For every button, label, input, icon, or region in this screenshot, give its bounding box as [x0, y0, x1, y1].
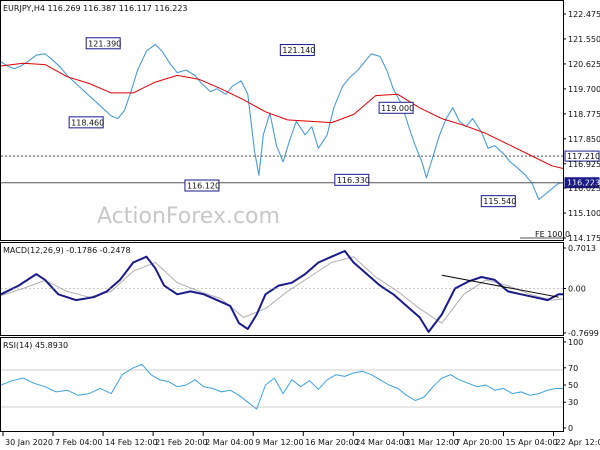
x-tick-label-1: 7 Feb 04:00 [55, 438, 102, 447]
x-tick-label-10: 15 Apr 04:00 [505, 438, 557, 447]
x-tick-label-11: 22 Apr 12:00 [555, 438, 600, 447]
swing-label-1: 118.460 [71, 118, 104, 127]
main-header: EURJPY,H4 116.269 116.387 116.117 116.22… [3, 4, 188, 13]
main-y-tick-label-2: 120.625 [568, 60, 600, 69]
swing-label-2: 116.120 [187, 182, 220, 191]
main-y-tick-label-1: 121.550 [568, 35, 600, 44]
rsi-y-tick-label-3: 30 [568, 398, 578, 407]
watermark: ActionForex.com [97, 204, 280, 229]
x-tick-label-5: 9 Mar 12:00 [255, 438, 303, 447]
x-tick-label-4: 2 Mar 04:00 [205, 438, 253, 447]
main-y-tick-label-7: 116.025 [568, 184, 600, 193]
x-tick-label-7: 24 Mar 04:00 [355, 438, 408, 447]
x-tick-label-8: 31 Mar 12:00 [405, 438, 458, 447]
rsi-y-tick-label-2: 50 [568, 381, 578, 390]
rsi-pane-frame [0, 337, 564, 432]
x-tick-label-0: 30 Jan 2020 [5, 438, 53, 447]
x-tick-label-2: 14 Feb 12:00 [105, 438, 157, 447]
moving-average-line [0, 62, 564, 169]
x-tick-label-3: 21 Feb 20:00 [155, 438, 207, 447]
swing-label-4: 116.330 [337, 176, 370, 185]
rsi-y-tick-label-4: 0 [568, 424, 573, 433]
main-y-tick-label-4: 118.775 [568, 110, 600, 119]
rsi-y-tick-label-1: 70 [568, 364, 578, 373]
rsi-line [0, 363, 564, 410]
macd-y-tick-label-0: 0.7013 [568, 244, 596, 253]
main-y-tick-label-5: 117.850 [568, 135, 600, 144]
macd-y-tick-label-1: 0.00 [568, 285, 586, 294]
swing-label-5: 119.000 [381, 104, 414, 113]
main-y-tick-label-8: 115.100 [568, 209, 600, 218]
rsi-header: RSI(14) 45.8930 [3, 341, 68, 350]
main-y-tick-label-6: 116.925 [568, 160, 600, 169]
main-y-tick-label-3: 119.700 [568, 85, 600, 94]
macd-pane-frame [0, 242, 564, 336]
x-tick-label-6: 16 Mar 20:00 [305, 438, 358, 447]
macd-y-tick-label-2: -0.7699 [568, 329, 599, 338]
macd-header: MACD(12,26,9) -0.1786 -0.2478 [3, 246, 131, 255]
macd-line [0, 250, 563, 333]
swing-label-3: 121.140 [282, 46, 315, 55]
main-y-tick-label-9: 114.175 [568, 234, 600, 243]
swing-label-0: 121.390 [88, 39, 121, 48]
macd-signal-line [0, 256, 564, 324]
x-tick-label-9: 7 Apr 20:00 [455, 438, 502, 447]
swing-label-6: 115.540 [483, 197, 516, 206]
rsi-y-tick-label-0: 100 [568, 338, 583, 347]
main-y-tick-label-0: 122.475 [568, 10, 600, 19]
price-chart: ActionForex.com EURJPY,H4 116.269 116.38… [0, 0, 600, 447]
